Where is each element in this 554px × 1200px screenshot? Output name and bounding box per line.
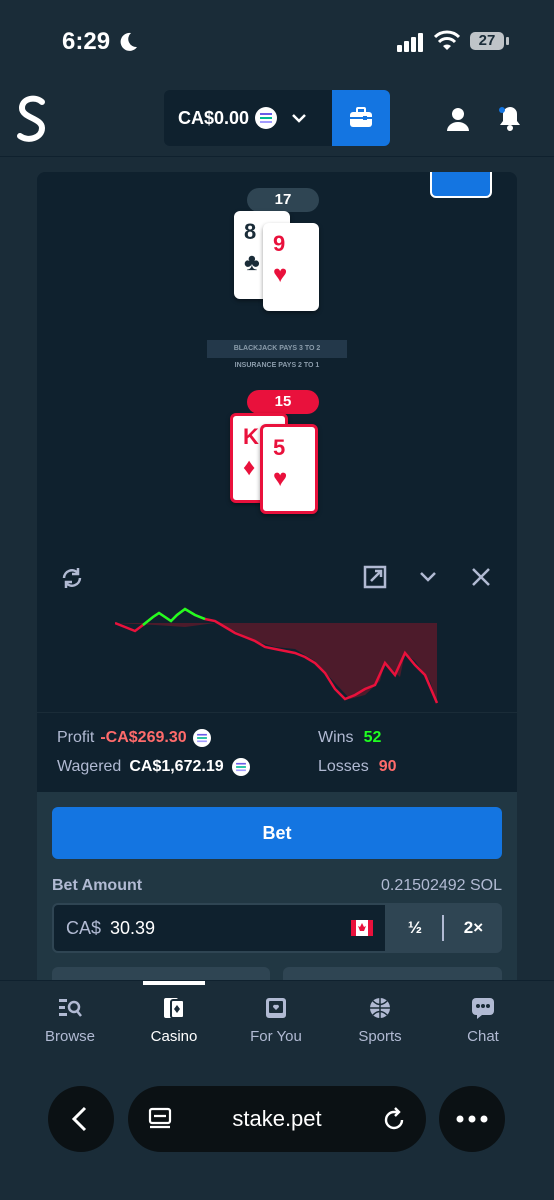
profit-stat: Profit -CA$269.30 [57, 729, 211, 747]
dealer-card: 9 ♥ [263, 223, 319, 311]
stake-logo[interactable] [14, 94, 50, 144]
next-field-peek [283, 967, 502, 981]
for-you-icon [266, 998, 286, 1018]
nav-chat[interactable]: Chat [433, 981, 533, 1061]
browse-icon [59, 999, 82, 1017]
bet-amount-value: 30.39 [110, 918, 156, 938]
nav-label: Sports [358, 1028, 402, 1045]
url-bar[interactable]: stake.pet [128, 1086, 426, 1152]
wins-label: Wins [318, 729, 354, 746]
half-button[interactable]: ½ [387, 903, 443, 953]
reload-icon[interactable] [382, 1106, 406, 1132]
user-icon[interactable] [445, 106, 471, 132]
battery-indicator: 27 [470, 32, 504, 50]
chevron-down-icon[interactable] [419, 570, 437, 584]
solana-icon [192, 729, 211, 747]
profit-chart [115, 607, 439, 704]
nav-label: For You [250, 1028, 302, 1045]
moon-icon [120, 32, 137, 51]
nav-label: Casino [150, 1028, 198, 1045]
divider [442, 915, 444, 941]
wallet-icon [350, 107, 372, 127]
next-field-peek [52, 967, 270, 981]
wagered-label: Wagered [57, 758, 122, 775]
losses-stat: Losses 90 [318, 758, 397, 776]
notification-bell-icon[interactable] [497, 104, 523, 132]
currency-prefix: CA$ [66, 918, 102, 938]
balance-selector[interactable]: CA$0.00 [164, 90, 334, 146]
wagered-value: CA$1,672.19 [129, 758, 224, 775]
sports-icon [370, 998, 390, 1018]
nav-browse[interactable]: Browse [20, 981, 120, 1061]
balance-amount: CA$0.00 [178, 107, 250, 128]
profit-label: Profit [57, 729, 95, 746]
dealer-score: 17 [247, 188, 319, 212]
nav-label: Browse [44, 1028, 96, 1045]
nav-sports[interactable]: Sports [330, 981, 430, 1061]
refresh-icon[interactable] [59, 566, 85, 590]
canada-flag-icon [351, 920, 373, 936]
loss-area [115, 623, 437, 703]
bet-button[interactable]: Bet [52, 807, 502, 859]
bottom-navigation: Browse Casino For You Sports Chat [0, 980, 554, 1061]
wins-value: 52 [363, 729, 382, 746]
solana-icon [231, 758, 250, 776]
blackjack-table: 17 8 ♣ 9 ♥ BLACKJACK PAYS 3 TO 2 INSURAN… [37, 172, 517, 548]
stats-summary: Profit -CA$269.30 Wagered CA$1,672.19 Wi… [37, 712, 517, 793]
nav-label: Chat [467, 1028, 499, 1045]
back-button[interactable] [48, 1086, 114, 1152]
wins-stat: Wins 52 [318, 729, 381, 747]
bet-amount-label: Bet Amount [52, 877, 143, 894]
close-icon[interactable] [471, 567, 491, 587]
battery-tip [506, 37, 509, 45]
solana-icon [255, 107, 278, 129]
casino-icon [164, 998, 185, 1019]
insurance-text: INSURANCE PAYS 2 TO 1 [234, 362, 320, 369]
wifi-icon [434, 30, 460, 50]
bet-multiplier-group: ½ 2× [387, 903, 502, 953]
player-score: 15 [247, 390, 319, 414]
signal-icon [397, 33, 423, 52]
card-shoe [430, 172, 492, 198]
payout-banner: BLACKJACK PAYS 3 TO 2 [207, 340, 347, 358]
status-bar: 6:29 27 [0, 0, 554, 84]
losses-value: 90 [378, 758, 397, 775]
profit-value: -CA$269.30 [100, 729, 187, 746]
chevron-left-icon [71, 1106, 87, 1132]
wallet-button[interactable] [332, 90, 390, 146]
player-card: 5 ♥ [260, 424, 318, 514]
profit-positive-line [142, 607, 206, 626]
nav-for-you[interactable]: For You [226, 981, 326, 1061]
nav-casino[interactable]: Casino [124, 981, 224, 1061]
wagered-stat: Wagered CA$1,672.19 [57, 758, 250, 776]
bet-amount-sol: 0.21502492 SOL [381, 877, 502, 894]
losses-label: Losses [318, 758, 369, 775]
chat-icon [472, 998, 494, 1019]
double-button[interactable]: 2× [445, 903, 502, 953]
more-button[interactable] [439, 1086, 505, 1152]
chevron-down-icon [292, 114, 306, 123]
bet-amount-input[interactable]: CA$ 30.39 [52, 903, 387, 953]
popout-icon[interactable] [363, 565, 387, 589]
more-icon [456, 1115, 488, 1123]
status-time: 6:29 [62, 28, 111, 55]
